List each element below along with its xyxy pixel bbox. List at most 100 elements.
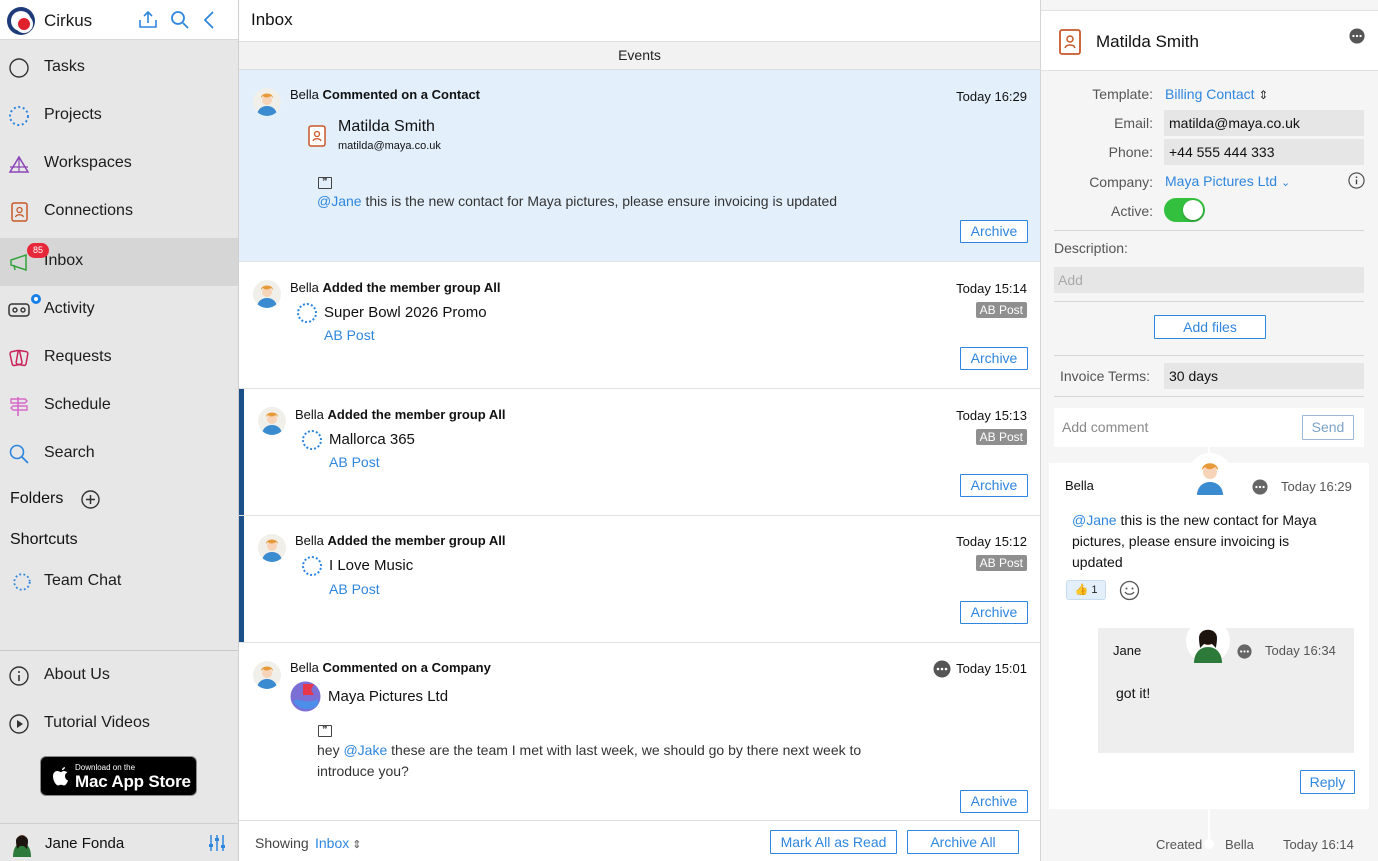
user-name: Jane Fonda	[45, 835, 125, 852]
updown-chevron-icon: ⇕	[1258, 88, 1269, 102]
nav-label: Inbox	[44, 252, 84, 269]
shortcut-team-chat[interactable]: Team Chat	[0, 558, 238, 606]
contact-card-icon	[11, 202, 28, 222]
author-name: Bella	[295, 407, 324, 422]
megaphone-icon	[10, 253, 27, 272]
archive-button[interactable]: Archive	[960, 790, 1028, 813]
more-options-icon[interactable]	[1237, 644, 1252, 659]
signpost-icon	[10, 397, 28, 416]
nav-item-connections[interactable]: Connections	[0, 188, 238, 236]
nav-item-about-us[interactable]: About Us	[0, 652, 238, 700]
archive-button[interactable]: Archive	[960, 347, 1028, 370]
nav-label: Requests	[44, 348, 112, 365]
divider	[1054, 396, 1364, 397]
add-reaction-icon[interactable]	[1119, 580, 1140, 601]
template-select[interactable]: Billing Contact ⇕	[1165, 86, 1268, 102]
mention-link[interactable]: @Jake	[343, 742, 387, 758]
bella-avatar	[253, 661, 281, 689]
bella-avatar	[1188, 453, 1232, 497]
card-author: Bella Commented on a Company	[290, 660, 491, 675]
author-name: Bella	[290, 280, 319, 295]
nav-item-tasks[interactable]: Tasks	[0, 44, 238, 92]
archive-all-button[interactable]: Archive All	[907, 830, 1019, 854]
project-link[interactable]: AB Post	[324, 327, 375, 343]
archive-button[interactable]: Archive	[960, 474, 1028, 497]
company-name[interactable]: Maya Pictures Ltd	[328, 688, 448, 705]
info-icon[interactable]	[1348, 172, 1365, 189]
project-link[interactable]: AB Post	[329, 454, 380, 470]
dotted-ring-icon	[13, 573, 31, 591]
nav-item-requests[interactable]: Requests	[0, 334, 238, 382]
inbox-card[interactable]: Bella Commented on a Contact Today 16:29…	[239, 70, 1040, 262]
active-toggle[interactable]	[1164, 198, 1205, 222]
description-input[interactable]: Add	[1054, 267, 1364, 293]
events-section-header: Events	[239, 41, 1040, 70]
inbox-card[interactable]: Bella Added the member group All Today 1…	[239, 516, 1040, 643]
archive-button[interactable]: Archive	[960, 220, 1028, 243]
inbox-card[interactable]: Bella Commented on a Company Today 15:01…	[239, 643, 1040, 820]
search-icon	[9, 444, 29, 464]
add-files-button[interactable]: Add files	[1154, 315, 1266, 339]
contact-card-icon	[1059, 29, 1081, 55]
more-options-icon[interactable]	[933, 660, 951, 678]
reply-button[interactable]: Reply	[1300, 770, 1355, 794]
project-name[interactable]: Mallorca 365	[329, 431, 415, 448]
phone-field[interactable]: +44 555 444 333	[1164, 139, 1364, 165]
mention-link[interactable]: @Jane	[317, 193, 362, 209]
author-name: Bella	[290, 660, 319, 675]
nav-item-projects[interactable]: Projects	[0, 92, 238, 140]
inbox-filter-select[interactable]: Inbox ⇕	[315, 835, 362, 851]
more-options-icon[interactable]	[1252, 479, 1268, 495]
upload-icon[interactable]	[136, 8, 160, 32]
comment-body: these are the team I met with last week,…	[317, 742, 862, 779]
mark-all-read-button[interactable]: Mark All as Read	[770, 830, 897, 854]
mac-app-store-badge[interactable]: Download on the Mac App Store	[40, 756, 197, 796]
author-name: Bella	[290, 87, 319, 102]
nav-item-tutorial-videos[interactable]: Tutorial Videos	[0, 700, 238, 748]
timeline-dot	[1204, 839, 1214, 849]
comment-input[interactable]: Add comment	[1062, 419, 1148, 435]
nav-label: Workspaces	[44, 154, 132, 171]
project-name[interactable]: Super Bowl 2026 Promo	[324, 304, 487, 321]
description-label: Description:	[1054, 240, 1128, 256]
card-author: Bella Added the member group All	[295, 533, 505, 548]
nav-item-search[interactable]: Search	[0, 430, 238, 478]
search-icon[interactable]	[168, 8, 192, 32]
unread-indicator	[239, 516, 244, 642]
comment-time: Today 16:29	[1281, 479, 1352, 494]
card-action: Commented on a Contact	[322, 87, 481, 102]
nav-label: Search	[44, 444, 95, 461]
add-comment-box: Add comment Send	[1054, 408, 1364, 447]
mention-link[interactable]: @Jane	[1072, 512, 1117, 528]
email-field[interactable]: matilda@maya.co.uk	[1164, 110, 1364, 136]
toggle-knob	[1183, 200, 1203, 220]
add-folder-icon[interactable]	[80, 489, 101, 510]
project-name[interactable]: I Love Music	[329, 557, 413, 574]
invoice-terms-field[interactable]: 30 days	[1164, 363, 1364, 389]
more-options-icon[interactable]	[1349, 28, 1365, 44]
comment-body: this is the new contact for Maya picture…	[361, 193, 838, 209]
created-label: Created	[1156, 837, 1203, 852]
project-ring-icon	[297, 303, 317, 323]
nav-label: Connections	[44, 202, 133, 219]
archive-button[interactable]: Archive	[960, 601, 1028, 624]
company-select[interactable]: Maya Pictures Ltd ⌄	[1165, 173, 1290, 189]
quote-icon: ❞	[318, 177, 332, 189]
nav-item-workspaces[interactable]: Workspaces	[0, 140, 238, 188]
inbox-card[interactable]: Bella Added the member group All Today 1…	[239, 262, 1040, 389]
inbox-card[interactable]: Bella Added the member group All Today 1…	[239, 389, 1040, 516]
tag-badge: AB Post	[975, 555, 1027, 571]
collapse-chevron-icon[interactable]	[198, 8, 222, 32]
nav-item-schedule[interactable]: Schedule	[0, 382, 238, 430]
send-button[interactable]: Send	[1302, 415, 1354, 440]
card-action: Commented on a Company	[322, 660, 491, 675]
project-ring-icon	[302, 556, 322, 576]
reaction-thumbs-up[interactable]: 👍 1	[1066, 580, 1106, 600]
project-link[interactable]: AB Post	[329, 581, 380, 597]
contact-name[interactable]: Matilda Smith	[338, 118, 435, 136]
active-label: Active:	[1110, 203, 1153, 219]
sliders-icon[interactable]	[207, 833, 227, 853]
reply-text: got it!	[1116, 685, 1151, 701]
user-bar[interactable]: Jane Fonda	[0, 823, 238, 861]
author-name: Bella	[295, 533, 324, 548]
